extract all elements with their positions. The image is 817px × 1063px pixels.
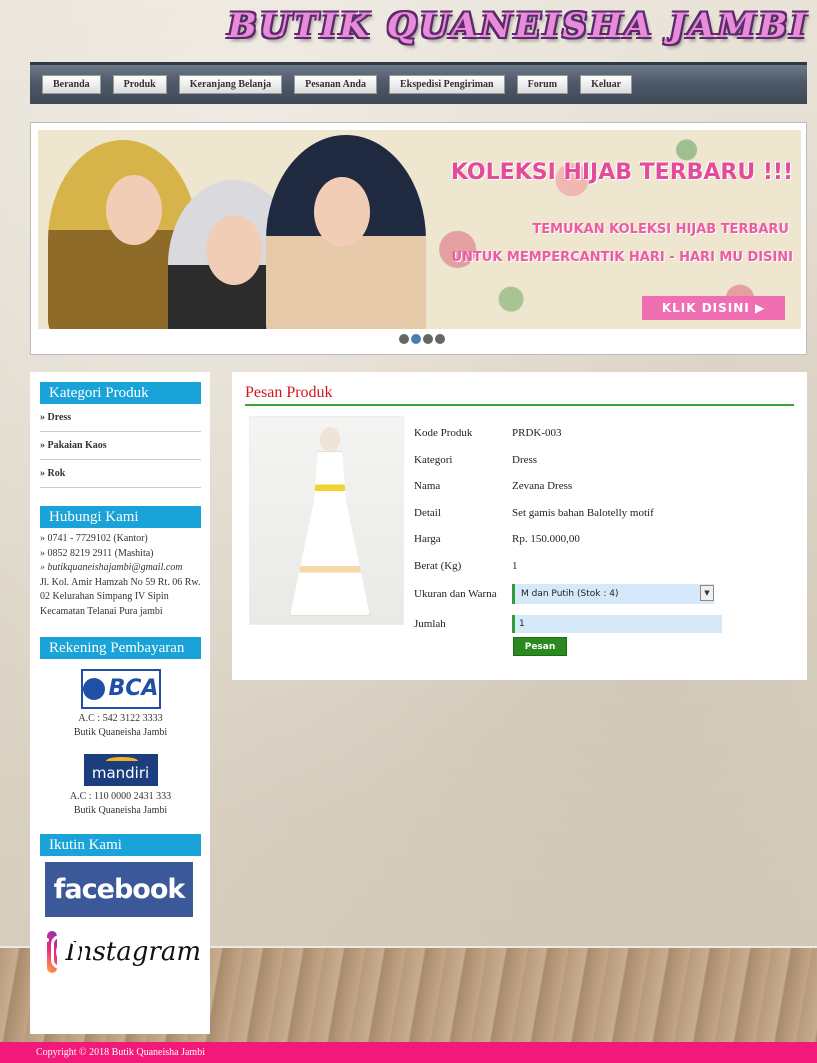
footer-copyright: Copyright © 2018 Butik Quaneisha Jambi	[0, 1042, 817, 1063]
mandiri-holder: Butik Quaneisha Jambi	[73, 805, 168, 816]
detail-value: Zevana Dress	[512, 480, 573, 493]
slider-dots	[399, 334, 445, 344]
bca-account: A.C : 542 3122 3333	[78, 713, 163, 724]
detail-value: Dress	[512, 453, 538, 466]
nav-pesanan-anda[interactable]: Pesanan Anda	[294, 75, 377, 94]
mandiri-logo-text: mandiri	[91, 764, 150, 782]
contact-info: » 0741 - 7729102 (Kantor) » 0852 8219 29…	[40, 532, 201, 619]
contact-office: » 0741 - 7729102 (Kantor)	[40, 533, 148, 544]
detail-row-detail: Detail Set gamis bahan Balotelly motif	[414, 500, 732, 527]
banner-image: KOLEKSI HIJAB TERBARU !!! TEMUKAN KOLEKS…	[38, 130, 801, 329]
facebook-icon[interactable]: facebook	[45, 862, 193, 917]
chevron-down-icon[interactable]: ▼	[700, 585, 714, 601]
dress-figure-body	[290, 451, 370, 616]
contact-mobile: » 0852 8219 2911 (Mashita)	[40, 547, 154, 559]
order-button[interactable]: Pesan	[513, 637, 567, 656]
variant-label: Ukuran dan Warna	[414, 588, 497, 600]
contact-email[interactable]: » butikquaneishajambi@gmail.com	[40, 561, 201, 576]
product-details: Kode Produk PRDK-003 Kategori Dress Nama…	[414, 420, 732, 639]
order-product-panel: Pesan Produk Kode Produk PRDK-003 Katego…	[232, 372, 807, 680]
contact-heading: Hubungi Kami	[40, 506, 201, 528]
detail-label: Berat (Kg)	[414, 559, 462, 572]
dress-figure-head	[320, 427, 340, 452]
variant-selected-value: M dan Putih (Stok : 4)	[521, 589, 619, 599]
category-item-rok[interactable]: » Rok	[40, 460, 201, 488]
site-title: BUTIK QUANEISHA JAMBI	[227, 6, 809, 46]
page-title: Pesan Produk	[245, 384, 794, 406]
banner-slider: KOLEKSI HIJAB TERBARU !!! TEMUKAN KOLEKS…	[30, 122, 807, 355]
sidebar: Kategori Produk » Dress » Pakaian Kaos »…	[30, 372, 210, 1034]
contact-address: Jl. Kol. Amir Hamzah No 59 Rt. 06 Rw. 02…	[40, 576, 201, 617]
detail-value: PRDK-003	[512, 427, 562, 440]
product-image	[249, 416, 404, 625]
nav-keranjang-belanja[interactable]: Keranjang Belanja	[178, 75, 283, 94]
detail-label: Harga	[414, 533, 441, 546]
detail-label: Kategori	[414, 453, 453, 466]
bank-bca: BCA A.C : 542 3122 3333 Butik Quaneisha …	[40, 669, 201, 740]
detail-row-qty: Jumlah	[414, 609, 732, 639]
nav-produk[interactable]: Produk	[112, 75, 167, 94]
bca-holder: Butik Quaneisha Jambi	[73, 727, 168, 738]
detail-row-variant: Ukuran dan Warna M dan Putih (Stok : 4) …	[414, 579, 732, 609]
bca-logo: BCA	[80, 669, 161, 709]
slider-dot[interactable]	[435, 334, 445, 344]
category-item-pakaian-kaos[interactable]: » Pakaian Kaos	[40, 432, 201, 460]
nav-beranda[interactable]: Beranda	[42, 75, 101, 94]
bank-mandiri: mandiri A.C : 110 0000 2431 333 Butik Qu…	[40, 754, 201, 818]
qty-label: Jumlah	[414, 618, 446, 630]
slider-dot-active[interactable]	[411, 334, 421, 344]
nav-keluar[interactable]: Keluar	[580, 75, 633, 94]
banner-headline: KOLEKSI HIJAB TERBARU !!!	[450, 160, 793, 185]
instagram-label: Instagram	[65, 937, 201, 967]
quantity-input[interactable]	[512, 615, 722, 633]
model-figure	[266, 135, 426, 329]
mandiri-logo: mandiri	[83, 754, 158, 786]
banner-cta-button[interactable]: KLIK DISINI ▶	[642, 296, 785, 320]
instagram-icon	[45, 931, 85, 973]
detail-value: Rp. 150.000,00	[512, 533, 580, 546]
detail-value: 1	[512, 559, 518, 572]
banner-line-2: UNTUK MEMPERCANTIK HARI - HARI MU DISINI	[451, 250, 793, 265]
payment-heading: Rekening Pembayaran	[40, 637, 201, 659]
nav-ekspedisi-pengiriman[interactable]: Ekspedisi Pengiriman	[388, 75, 505, 94]
follow-heading: Ikutin Kami	[40, 834, 201, 856]
detail-row-berat: Berat (Kg) 1	[414, 553, 732, 580]
nav-forum[interactable]: Forum	[516, 75, 569, 94]
detail-row-kategori: Kategori Dress	[414, 447, 732, 474]
detail-value: Set gamis bahan Balotelly motif	[512, 506, 654, 519]
detail-row-kode: Kode Produk PRDK-003	[414, 420, 732, 447]
slider-dot[interactable]	[423, 334, 433, 344]
banner-cta-label: KLIK DISINI	[661, 301, 750, 315]
mandiri-account: A.C : 110 0000 2431 333	[69, 791, 172, 802]
category-item-dress[interactable]: » Dress	[40, 404, 201, 432]
detail-label: Kode Produk	[414, 427, 473, 440]
slider-dot[interactable]	[399, 334, 409, 344]
bca-logo-text: BCA	[108, 676, 159, 701]
detail-row-harga: Harga Rp. 150.000,00	[414, 526, 732, 553]
category-heading: Kategori Produk	[40, 382, 201, 404]
main-nav: Beranda Produk Keranjang Belanja Pesanan…	[30, 62, 807, 104]
detail-label: Detail	[414, 506, 441, 519]
detail-label: Nama	[414, 480, 441, 493]
detail-row-nama: Nama Zevana Dress	[414, 473, 732, 500]
instagram-link[interactable]: Instagram	[45, 931, 201, 973]
variant-select[interactable]: M dan Putih (Stok : 4) ▼	[512, 584, 714, 604]
banner-line-1: TEMUKAN KOLEKSI HIJAB TERBARU	[532, 222, 789, 237]
